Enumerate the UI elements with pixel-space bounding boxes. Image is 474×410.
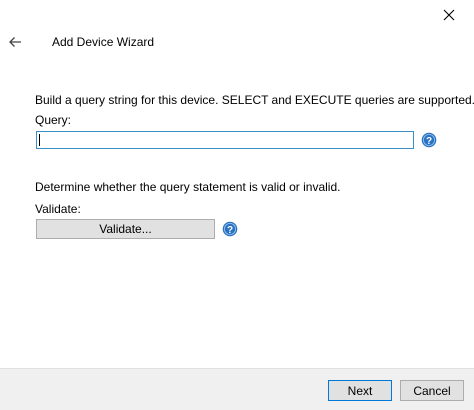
validate-label: Validate:	[35, 202, 81, 216]
back-arrow-icon	[9, 37, 21, 47]
query-help-button[interactable]: ?	[421, 132, 437, 148]
wizard-title: Add Device Wizard	[52, 35, 155, 49]
text-caret	[39, 134, 40, 146]
validate-instruction: Determine whether the query statement is…	[35, 180, 341, 194]
query-input[interactable]	[36, 131, 414, 149]
help-icon: ?	[222, 221, 238, 237]
query-instruction: Build a query string for this device. SE…	[35, 93, 474, 107]
close-button[interactable]	[424, 0, 474, 30]
validate-help-button[interactable]: ?	[222, 221, 238, 237]
query-label: Query:	[35, 113, 72, 127]
close-icon	[443, 9, 455, 21]
svg-text:?: ?	[227, 225, 233, 236]
cancel-button[interactable]: Cancel	[400, 380, 464, 401]
back-button[interactable]	[2, 30, 28, 54]
help-icon: ?	[421, 132, 437, 148]
svg-text:?: ?	[426, 136, 432, 147]
next-button[interactable]: Next	[328, 380, 392, 401]
validate-button[interactable]: Validate...	[36, 219, 215, 239]
